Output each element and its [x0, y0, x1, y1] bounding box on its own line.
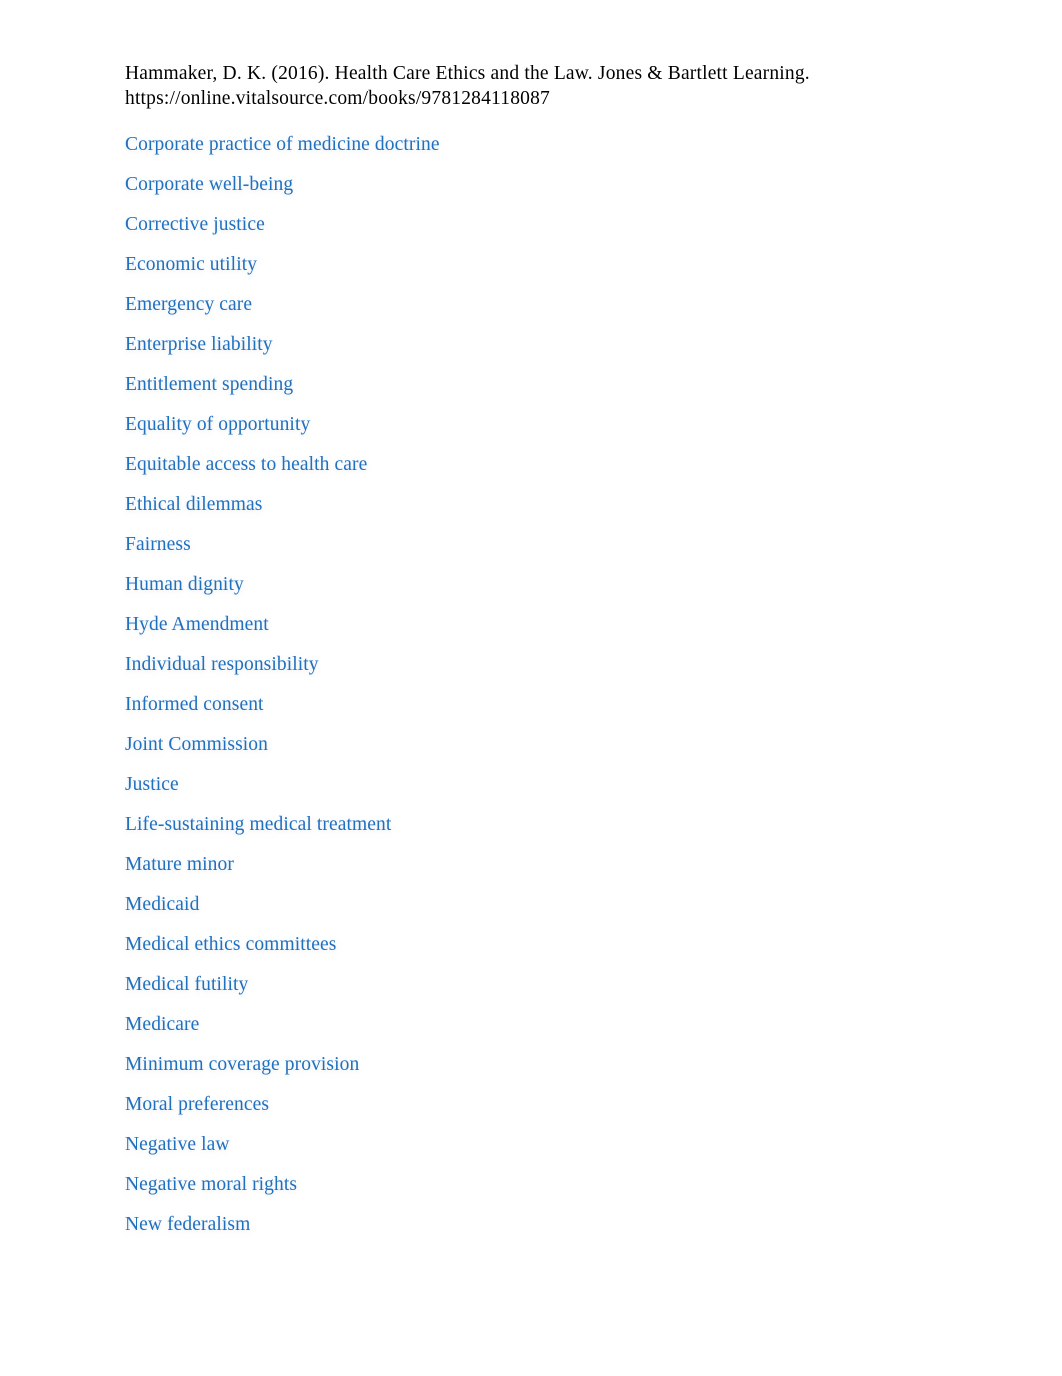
keyword-link[interactable]: Equitable access to health care: [125, 451, 367, 479]
keyword-link[interactable]: Justice: [125, 771, 179, 799]
keyword-list-item: Medical futility: [125, 971, 965, 1011]
keyword-list-item: Emergency care: [125, 291, 965, 331]
keyword-link[interactable]: Economic utility: [125, 251, 257, 279]
keyword-list-item: Corporate well-being: [125, 171, 965, 211]
keyword-list-item: Human dignity: [125, 571, 965, 611]
keyword-link[interactable]: Emergency care: [125, 291, 252, 319]
keyword-list-item: Economic utility: [125, 251, 965, 291]
keyword-link[interactable]: Hyde Amendment: [125, 611, 269, 639]
keyword-link[interactable]: New federalism: [125, 1211, 250, 1239]
keyword-list-item: Fairness: [125, 531, 965, 571]
keyword-list-item: Corrective justice: [125, 211, 965, 251]
keyword-list-item: Mature minor: [125, 851, 965, 891]
keyword-link[interactable]: Entitlement spending: [125, 371, 293, 399]
keyword-list-item: Life-sustaining medical treatment: [125, 811, 965, 851]
keyword-link[interactable]: Ethical dilemmas: [125, 491, 262, 519]
keyword-list-item: Individual responsibility: [125, 651, 965, 691]
keyword-list-item: Joint Commission: [125, 731, 965, 771]
keyword-link[interactable]: Equality of opportunity: [125, 411, 310, 439]
keyword-link[interactable]: Medical futility: [125, 971, 248, 999]
keyword-link[interactable]: Negative moral rights: [125, 1171, 297, 1199]
keyword-link[interactable]: Informed consent: [125, 691, 264, 719]
keyword-list-item: Informed consent: [125, 691, 965, 731]
keyword-link-list: Corporate practice of medicine doctrine C…: [125, 131, 965, 1251]
keyword-link[interactable]: Life-sustaining medical treatment: [125, 811, 391, 839]
keyword-link[interactable]: Moral preferences: [125, 1091, 269, 1119]
citation-url-line: https://online.vitalsource.com/books/978…: [125, 88, 550, 109]
keyword-list-item: New federalism: [125, 1211, 965, 1251]
keyword-link[interactable]: Medicare: [125, 1011, 199, 1039]
keyword-list-item: Entitlement spending: [125, 371, 965, 411]
keyword-link[interactable]: Joint Commission: [125, 731, 268, 759]
keyword-link[interactable]: Enterprise liability: [125, 331, 273, 359]
keyword-list-item: Justice: [125, 771, 965, 811]
keyword-link[interactable]: Corporate well-being: [125, 171, 293, 199]
keyword-link[interactable]: Medicaid: [125, 891, 199, 919]
keyword-link[interactable]: Mature minor: [125, 851, 234, 879]
keyword-link[interactable]: Corrective justice: [125, 211, 265, 239]
keyword-list-item: Medical ethics committees: [125, 931, 965, 971]
keyword-list-item: Hyde Amendment: [125, 611, 965, 651]
keyword-list-item: Equitable access to health care: [125, 451, 965, 491]
keyword-list-item: Corporate practice of medicine doctrine: [125, 131, 965, 171]
keyword-link[interactable]: Fairness: [125, 531, 191, 559]
citation-reference-line: Hammaker, D. K. (2016). Health Care Ethi…: [125, 63, 810, 84]
keyword-link[interactable]: Corporate practice of medicine doctrine: [125, 131, 440, 159]
keyword-list-item: Medicaid: [125, 891, 965, 931]
document-page: Hammaker, D. K. (2016). Health Care Ethi…: [0, 0, 1062, 1376]
keyword-link[interactable]: Individual responsibility: [125, 651, 319, 679]
source-citation: Hammaker, D. K. (2016). Health Care Ethi…: [125, 61, 955, 111]
keyword-list-item: Minimum coverage provision: [125, 1051, 965, 1091]
keyword-list-item: Enterprise liability: [125, 331, 965, 371]
keyword-list-item: Ethical dilemmas: [125, 491, 965, 531]
keyword-list-item: Medicare: [125, 1011, 965, 1051]
keyword-list-item: Negative moral rights: [125, 1171, 965, 1211]
keyword-list-item: Negative law: [125, 1131, 965, 1171]
keyword-link[interactable]: Negative law: [125, 1131, 230, 1159]
keyword-list-item: Moral preferences: [125, 1091, 965, 1131]
keyword-link[interactable]: Minimum coverage provision: [125, 1051, 359, 1079]
keyword-link[interactable]: Medical ethics committees: [125, 931, 336, 959]
keyword-link[interactable]: Human dignity: [125, 571, 244, 599]
keyword-list-item: Equality of opportunity: [125, 411, 965, 451]
